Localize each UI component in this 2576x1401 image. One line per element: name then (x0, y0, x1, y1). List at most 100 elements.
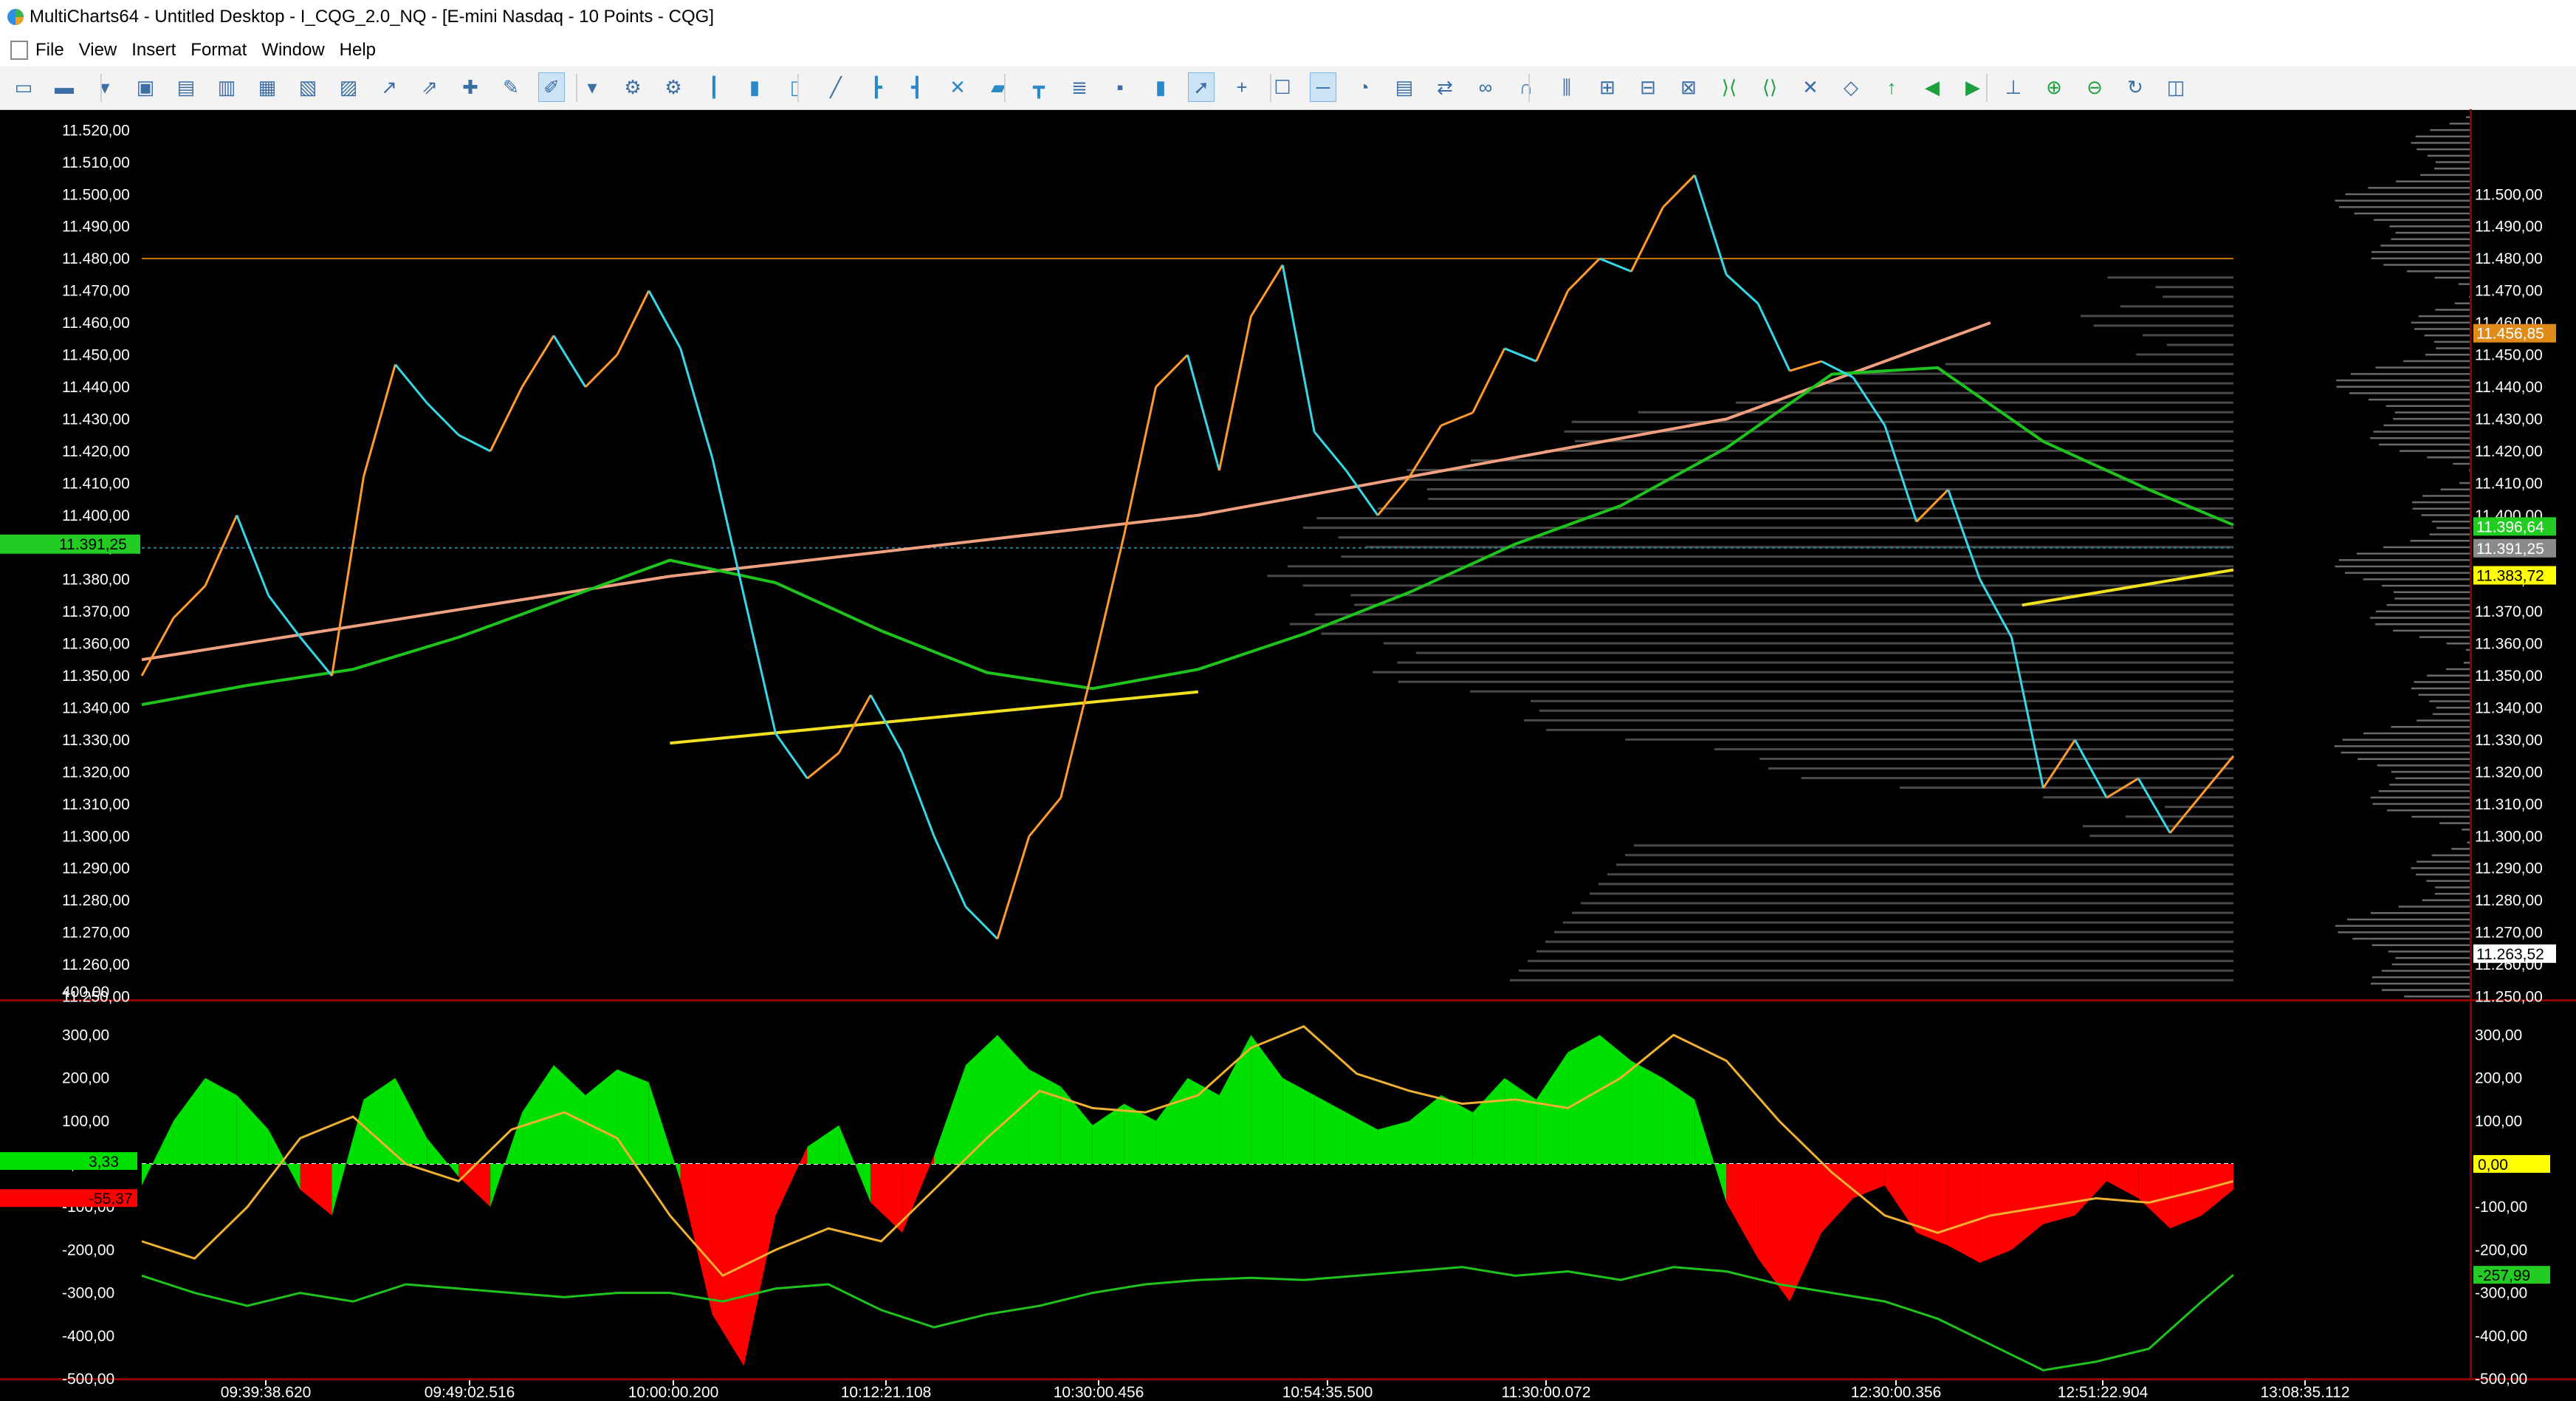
chart-trading-icon[interactable]: ⇄ (1432, 72, 1458, 102)
data-settings-icon[interactable]: ⚙ (660, 72, 687, 102)
zoom-in-icon[interactable]: ⊕ (2041, 72, 2067, 102)
price-segment (1567, 258, 1601, 292)
histogram-area (395, 1078, 427, 1164)
data-window-icon[interactable]: ▤ (1391, 72, 1418, 102)
dropdown-arrow-icon[interactable]: ▾ (92, 72, 118, 102)
volume-profile-bar (1338, 536, 2233, 539)
session-profile-bar (2422, 495, 2470, 497)
menu-format[interactable]: Format (190, 40, 247, 61)
new-chart-icon[interactable]: ▤ (173, 72, 199, 102)
price-segment (458, 434, 491, 453)
zoom-in-bars-icon[interactable]: ⟨⟩ (1756, 72, 1783, 102)
strategy-icon[interactable]: ⫼ (1553, 72, 1580, 102)
comment-icon[interactable]: ☐ (1269, 72, 1296, 102)
open-workspace-icon[interactable]: ▬ (51, 72, 78, 102)
price-segment (2010, 637, 2044, 789)
session-profile-bar (2370, 912, 2470, 914)
session-profile-bar (2434, 276, 2470, 279)
zoom-out-icon[interactable]: ⊖ (2081, 72, 2108, 102)
right-price-tick-label: 11.330,00 (2475, 732, 2543, 749)
price-segment (806, 752, 840, 780)
session-profile-bar (2394, 411, 2470, 414)
format-icon[interactable]: ✎ (498, 72, 524, 102)
session-profile-bar (2357, 758, 2470, 760)
refresh-icon[interactable]: ↻ (2122, 72, 2149, 102)
price-tick-label: 11.360,00 (62, 636, 130, 653)
session-profile-bar (2349, 392, 2470, 394)
time-tick-label: 10:30:00.456 (1054, 1384, 1144, 1401)
scale-up-icon[interactable]: ◇ (1838, 72, 1864, 102)
line-chart-icon[interactable]: ╱ (822, 72, 849, 102)
insert-study-icon[interactable]: ✚ (457, 72, 484, 102)
zoom-out-bars-icon[interactable]: ⟩⟨ (1716, 72, 1742, 102)
scroll-back-icon[interactable]: ⊥ (2000, 72, 2027, 102)
session-profile-bar (2394, 597, 2470, 600)
price-segment (679, 348, 714, 458)
histogram-area (2043, 1164, 2075, 1224)
session-profile-bar (2377, 764, 2470, 767)
settings-icon[interactable]: ⚙ (619, 72, 646, 102)
session-profile-bar (2352, 937, 2470, 940)
price-segment (1059, 668, 1094, 798)
menu-window[interactable]: Window (261, 40, 324, 61)
performance-icon[interactable]: ⊠ (1675, 72, 1702, 102)
menu-insert[interactable]: Insert (131, 40, 176, 61)
new-scanner-icon[interactable]: ▥ (213, 72, 240, 102)
drawing-dropdown-icon[interactable]: ▾ (579, 72, 605, 102)
screenshot-icon[interactable]: ◫ (2163, 72, 2189, 102)
session-profile-bar (2378, 789, 2470, 792)
horizontal-line-icon[interactable]: ─ (1310, 72, 1336, 102)
chart-area[interactable]: 11.520,00 11.510,00 11.500,00 11.490,00 11.4… (0, 109, 2576, 1401)
crosshair-icon[interactable]: + (1229, 72, 1255, 102)
indicator-pane[interactable] (141, 1025, 2234, 1371)
hlc-icon[interactable]: ┫ (904, 72, 930, 102)
magnet-icon[interactable]: ∩ (1513, 72, 1539, 102)
bar-chart-icon[interactable]: ┃ (701, 72, 727, 102)
volume-profile-icon[interactable]: ≣ (1066, 72, 1093, 102)
volume-profile-bar (1316, 517, 2233, 520)
scroll-up-icon[interactable]: ↑ (1878, 72, 1905, 102)
track-icon[interactable]: ◔ (1350, 72, 1377, 102)
toolbar-separator (100, 74, 102, 102)
ohlc-icon[interactable]: ┣ (863, 72, 890, 102)
session-profile-bar (2368, 187, 2470, 189)
order-icon[interactable]: ⊞ (1594, 72, 1621, 102)
hollow-candle-icon[interactable]: ▯ (782, 72, 808, 102)
menu-view[interactable]: View (79, 40, 117, 61)
kagi-icon[interactable]: ┳ (1026, 72, 1052, 102)
scroll-left-icon[interactable]: ◀ (1919, 72, 1945, 102)
price-pane[interactable] (140, 109, 2470, 998)
position-icon[interactable]: ⊟ (1635, 72, 1661, 102)
toolbar-separator (1986, 74, 1988, 102)
save-icon[interactable]: ▣ (132, 72, 159, 102)
price-segment (299, 636, 333, 676)
session-profile-bar (2393, 417, 2470, 420)
document-icon[interactable] (10, 41, 28, 60)
link-icon[interactable]: ∞ (1472, 72, 1499, 102)
new-window-icon[interactable]: ▨ (335, 72, 362, 102)
histogram-area (1663, 1078, 1695, 1164)
candlestick-icon[interactable]: ▮ (741, 72, 768, 102)
market-depth-icon[interactable]: ▪ (1107, 72, 1133, 102)
scale-down-icon[interactable]: ✕ (1797, 72, 1824, 102)
histogram-icon[interactable]: ▮ (1147, 72, 1174, 102)
scroll-right-icon[interactable]: ▶ (1960, 72, 1986, 102)
new-order-entry-icon[interactable]: ▧ (295, 72, 321, 102)
renko-icon[interactable]: ▰ (985, 72, 1011, 102)
volume-profile-bar (1531, 699, 2233, 702)
point-figure-icon[interactable]: ✕ (944, 72, 971, 102)
new-dom-icon[interactable]: ▦ (254, 72, 281, 102)
cursor-icon[interactable]: ➚ (1188, 72, 1215, 102)
drawing-tool-icon[interactable]: ✐ (538, 72, 565, 102)
new-signal-icon[interactable]: ⇗ (416, 72, 443, 102)
session-profile-bar (2371, 982, 2470, 985)
menu-help[interactable]: Help (340, 40, 376, 61)
menu-file[interactable]: File (35, 40, 64, 61)
new-indicator-icon[interactable]: ↗ (376, 72, 402, 102)
toolbar: ▭ ▬ ▾ ▣ ▤ ▥ ▦ ▧ ▨ ↗ ⇗ ✚ ✎ ✐ ▾ ⚙ ⚙ ┃ ▮ ▯ ╱ ┣ ┫ ✕ ▰ ┳ ≣ ▪ ▮ ➚ + ☐ ─ ◔ ▤ ⇄ ∞ ∩ ⫼ ⊞… (0, 66, 2576, 110)
volume-profile-bar (1267, 575, 2233, 578)
indicator-tick-label: 400,00 (62, 984, 109, 1001)
new-workspace-icon[interactable]: ▭ (10, 72, 37, 102)
histogram-area (173, 1078, 205, 1164)
price-tick-label: 11.400,00 (62, 507, 130, 524)
